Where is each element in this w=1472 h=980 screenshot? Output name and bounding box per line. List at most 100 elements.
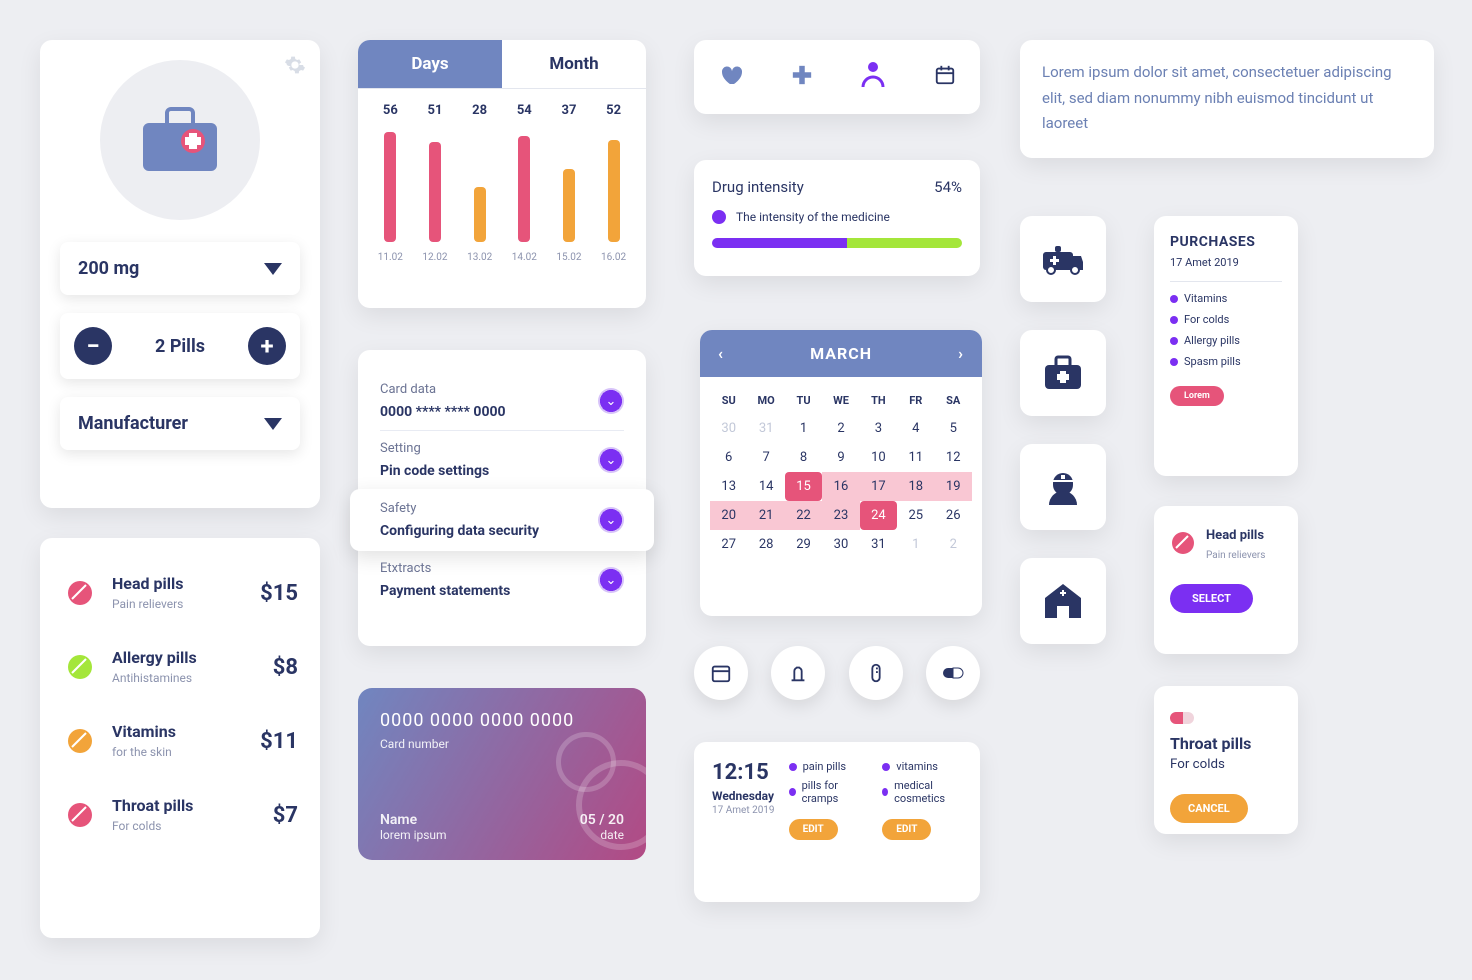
settings-list: Card data0000 **** **** 0000⌄SettingPin … [358,350,646,646]
chevron-down-icon [264,263,282,275]
cal-day[interactable]: 1 [785,414,822,443]
settings-row[interactable]: EtxtractsPayment statements⌄ [380,551,624,609]
calendar-icon[interactable] [934,64,956,90]
plus-button[interactable]: + [248,327,286,365]
cal-day[interactable]: 17 [860,472,897,501]
cal-day[interactable]: 13 [710,472,747,501]
cal-day[interactable]: 10 [860,443,897,472]
cal-day[interactable]: 21 [747,501,784,530]
plus-icon[interactable] [791,64,813,90]
cal-day[interactable]: 11 [897,443,934,472]
chevron-down-icon: ⌄ [598,507,624,533]
cal-day[interactable]: 18 [897,472,934,501]
tool-icons [694,646,980,700]
cal-day[interactable]: 2 [822,414,859,443]
cal-day[interactable]: 7 [747,443,784,472]
pill-row[interactable]: Throat pillsFor colds$7 [62,778,298,852]
pill-row[interactable]: Head pillsPain relievers$15 [62,556,298,630]
cal-day[interactable]: 3 [860,414,897,443]
credit-card: 0000 0000 0000 0000 Card number Namelore… [358,688,646,860]
pill-icon[interactable] [926,646,980,700]
cal-day[interactable]: 22 [785,501,822,530]
heart-icon[interactable] [718,63,742,91]
cal-prev[interactable]: ‹ [718,344,724,363]
cal-day[interactable]: 5 [935,414,972,443]
cal-day[interactable]: 24 [860,501,897,530]
cal-day[interactable]: 28 [747,530,784,559]
cal-day[interactable]: 8 [785,443,822,472]
medicine-card: 200 mg − 2 Pills + Manufacturer [40,40,320,508]
manufacturer-dropdown[interactable]: Manufacturer [60,397,300,450]
select-button[interactable]: SELECT [1170,584,1253,613]
gear-icon[interactable] [284,54,306,80]
thermometer-icon[interactable] [849,646,903,700]
pill-row[interactable]: Vitaminsfor the skin$11 [62,704,298,778]
cal-day[interactable]: 29 [785,530,822,559]
cal-day[interactable]: 25 [897,501,934,530]
medkit-tile-icon[interactable] [1020,330,1106,416]
progress-bar [712,238,962,248]
minus-button[interactable]: − [74,327,112,365]
chevron-down-icon: ⌄ [598,388,624,414]
edit-button[interactable]: EDIT [789,819,838,840]
legend-dot [712,210,726,224]
cal-day[interactable]: 14 [747,472,784,501]
drug-legend: The intensity of the medicine [736,210,890,224]
throat-pills-card: Throat pillsFor colds CANCEL [1154,686,1298,834]
nav-icons [694,40,980,114]
bar-col: 2813.02 [463,103,497,263]
cal-day[interactable]: 31 [747,414,784,443]
drug-intensity: Drug intensity 54% The intensity of the m… [694,160,980,276]
cal-day[interactable]: 19 [935,472,972,501]
pills-stepper: − 2 Pills + [60,313,300,379]
calendar-tool-icon[interactable] [694,646,748,700]
bar-col: 3715.02 [552,103,586,263]
cal-day[interactable]: 23 [822,501,859,530]
cancel-button[interactable]: CANCEL [1170,794,1248,823]
cal-day[interactable]: 30 [822,530,859,559]
cal-day[interactable]: 26 [935,501,972,530]
lorem-button[interactable]: Lorem [1170,386,1224,406]
nurse-icon[interactable] [1020,444,1106,530]
cal-day[interactable]: 30 [710,414,747,443]
pill-row[interactable]: Allergy pillsAntihistamines$8 [62,630,298,704]
days-chart: Days Month 5611.02 5112.02 2813.02 5414.02 3… [358,40,646,308]
cal-month: MARCH [810,344,872,363]
settings-row[interactable]: SettingPin code settings⌄ [380,431,624,489]
hospital-icon[interactable] [1020,558,1106,644]
head-pills-card: Head pillsPain relievers SELECT [1154,506,1298,654]
cal-day[interactable]: 4 [897,414,934,443]
cal-day[interactable]: 20 [710,501,747,530]
pills-list: Head pillsPain relievers$15Allergy pills… [40,538,320,938]
purchases-card: PURCHASES 17 Amet 2019 VitaminsFor colds… [1154,216,1298,476]
ambulance-icon[interactable] [1020,216,1106,302]
cal-day[interactable]: 16 [822,472,859,501]
scale-icon[interactable] [771,646,825,700]
cal-day[interactable]: 31 [860,530,897,559]
drug-pct: 54% [934,178,962,196]
cal-day[interactable]: 27 [710,530,747,559]
drug-label: Drug intensity [712,178,804,196]
bar-col: 5611.02 [373,103,407,263]
cal-day[interactable]: 15 [785,472,822,501]
chevron-down-icon [264,418,282,430]
chevron-down-icon: ⌄ [598,567,624,593]
schedule-card: 12:15 Wednesday 17 Amet 2019 pain pillsp… [694,742,980,902]
user-icon[interactable] [861,61,885,93]
settings-row[interactable]: SafetyConfiguring data security⌄ [350,489,654,551]
cc-number: 0000 0000 0000 0000 [380,710,624,731]
cal-day[interactable]: 12 [935,443,972,472]
bar-col: 5112.02 [418,103,452,263]
cal-day[interactable]: 6 [710,443,747,472]
tab-days[interactable]: Days [358,40,502,88]
tab-month[interactable]: Month [502,40,646,88]
cal-next[interactable]: › [958,344,964,363]
medkit-icon [100,60,260,220]
cal-day[interactable]: 1 [897,530,934,559]
bar-col: 5414.02 [507,103,541,263]
dose-dropdown[interactable]: 200 mg [60,242,300,295]
settings-row[interactable]: Card data0000 **** **** 0000⌄ [380,372,624,430]
cal-day[interactable]: 9 [822,443,859,472]
cal-day[interactable]: 2 [935,530,972,559]
edit-button[interactable]: EDIT [882,819,931,840]
